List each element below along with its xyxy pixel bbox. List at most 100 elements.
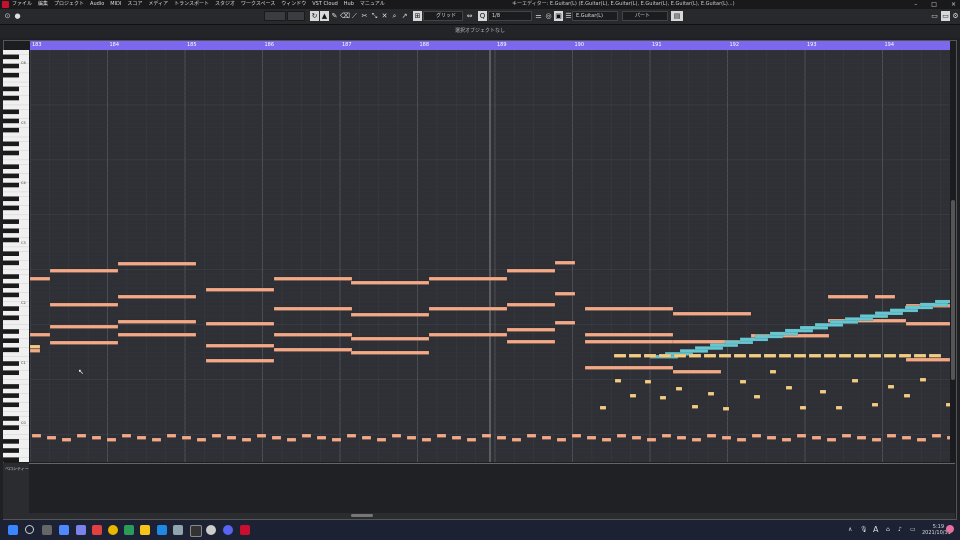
midi-note[interactable] <box>673 353 687 358</box>
midi-note[interactable] <box>511 437 522 442</box>
midi-note[interactable] <box>584 306 674 311</box>
midi-note[interactable] <box>586 435 597 440</box>
midi-note[interactable] <box>823 353 837 358</box>
midi-note[interactable] <box>541 435 552 440</box>
app-blue-icon[interactable] <box>157 525 167 535</box>
notification-icon[interactable] <box>946 525 954 533</box>
controller-lane-label[interactable]: ベロシティー <box>5 466 29 472</box>
midi-note[interactable] <box>584 332 674 337</box>
black-key[interactable] <box>3 196 19 202</box>
midi-note[interactable] <box>117 261 197 266</box>
midi-note[interactable] <box>644 379 652 384</box>
volume-icon[interactable]: ♪ <box>898 526 902 533</box>
midi-note[interactable] <box>751 433 762 438</box>
black-key[interactable] <box>3 338 19 343</box>
app-red-icon[interactable] <box>92 525 102 535</box>
black-key[interactable] <box>3 370 19 376</box>
midi-note[interactable] <box>271 435 282 440</box>
midi-note[interactable] <box>835 405 843 410</box>
menu-item[interactable]: MIDI <box>110 0 121 9</box>
midi-note[interactable] <box>584 339 674 344</box>
midi-note[interactable] <box>205 287 275 292</box>
midi-note[interactable] <box>273 276 353 281</box>
midi-note[interactable] <box>851 378 859 383</box>
midi-note[interactable] <box>506 339 556 344</box>
vertical-scrollbar[interactable] <box>950 50 956 462</box>
midi-note[interactable] <box>436 433 447 438</box>
ime-indicator[interactable]: A <box>873 525 878 534</box>
black-key[interactable] <box>3 347 19 353</box>
black-key[interactable] <box>3 72 19 78</box>
midi-note[interactable] <box>934 299 950 304</box>
app-terminal-icon[interactable] <box>190 525 202 537</box>
midi-note[interactable] <box>376 437 387 442</box>
midi-note[interactable] <box>874 294 896 299</box>
midi-note[interactable] <box>331 437 342 442</box>
tray-chevron-icon[interactable]: ∧ <box>848 526 852 533</box>
midi-note[interactable] <box>273 306 353 311</box>
minimize-button[interactable]: – <box>914 0 917 9</box>
menu-item[interactable]: ウィンドウ <box>281 0 306 9</box>
part-mode-dropdown[interactable]: パート <box>622 11 668 21</box>
menu-item[interactable]: ファイル <box>12 0 32 9</box>
midi-note[interactable] <box>211 433 222 438</box>
maximize-button[interactable]: □ <box>931 0 937 9</box>
midi-note[interactable] <box>316 435 327 440</box>
midi-note[interactable] <box>256 433 267 438</box>
midi-note[interactable] <box>661 433 672 438</box>
midi-note[interactable] <box>571 433 582 438</box>
menu-item[interactable]: スコア <box>127 0 142 9</box>
midi-note[interactable] <box>887 384 895 389</box>
midi-note[interactable] <box>766 435 777 440</box>
midi-note[interactable] <box>722 406 730 411</box>
midi-note[interactable] <box>181 435 192 440</box>
trim-tool-icon[interactable]: ⟋ <box>350 11 359 21</box>
midi-note[interactable] <box>554 291 576 296</box>
midi-note[interactable] <box>49 302 119 307</box>
panel-left-icon[interactable]: ▭ <box>930 11 939 21</box>
file-explorer-icon[interactable] <box>140 525 150 535</box>
black-key[interactable] <box>3 448 19 453</box>
battery-icon[interactable]: ▭ <box>910 526 916 533</box>
midi-note[interactable] <box>61 437 72 442</box>
midi-note[interactable] <box>49 324 119 329</box>
midi-note[interactable] <box>691 404 699 409</box>
midi-note[interactable] <box>205 321 275 326</box>
search-icon[interactable] <box>25 525 34 534</box>
midi-note[interactable] <box>748 353 762 358</box>
app-gray-icon[interactable] <box>206 525 216 535</box>
midi-note[interactable] <box>601 437 612 442</box>
app-green-icon[interactable] <box>124 525 134 535</box>
solo-editor-icon[interactable]: ⊙ <box>3 11 12 21</box>
auto-quantize-icon[interactable]: ◎ <box>544 11 553 21</box>
quantize-icon[interactable]: Q <box>478 11 487 21</box>
midi-note[interactable] <box>481 433 492 438</box>
controller-lane[interactable] <box>3 463 955 514</box>
midi-note[interactable] <box>868 353 882 358</box>
black-key[interactable] <box>3 109 19 115</box>
midi-note[interactable] <box>117 319 197 324</box>
color-palette-icon[interactable]: ▣ <box>554 11 563 21</box>
midi-note[interactable] <box>151 437 162 442</box>
midi-note[interactable] <box>554 260 576 265</box>
midi-note[interactable] <box>628 353 642 358</box>
horizontal-scrollbar[interactable] <box>3 513 955 519</box>
color-mode-button[interactable] <box>287 11 305 21</box>
midi-note[interactable] <box>898 353 912 358</box>
black-key[interactable] <box>3 329 19 334</box>
settings-icon[interactable]: ⚙ <box>951 11 960 21</box>
midi-note[interactable] <box>675 386 683 391</box>
pencil-tool-icon[interactable]: ✎ <box>330 11 339 21</box>
black-key[interactable] <box>3 54 19 60</box>
midi-note[interactable] <box>91 435 102 440</box>
midi-note[interactable] <box>506 268 556 273</box>
midi-note[interactable] <box>672 369 722 374</box>
black-key[interactable] <box>3 283 19 289</box>
midi-note[interactable] <box>350 336 430 341</box>
midi-note[interactable] <box>707 391 715 396</box>
midi-note[interactable] <box>616 433 627 438</box>
midi-note[interactable] <box>811 435 822 440</box>
piano-keyboard[interactable]: C6 C5 C4 C3 C2 C1 C0 <box>3 50 29 462</box>
chrome-icon[interactable] <box>108 525 118 535</box>
midi-note[interactable] <box>428 306 508 311</box>
